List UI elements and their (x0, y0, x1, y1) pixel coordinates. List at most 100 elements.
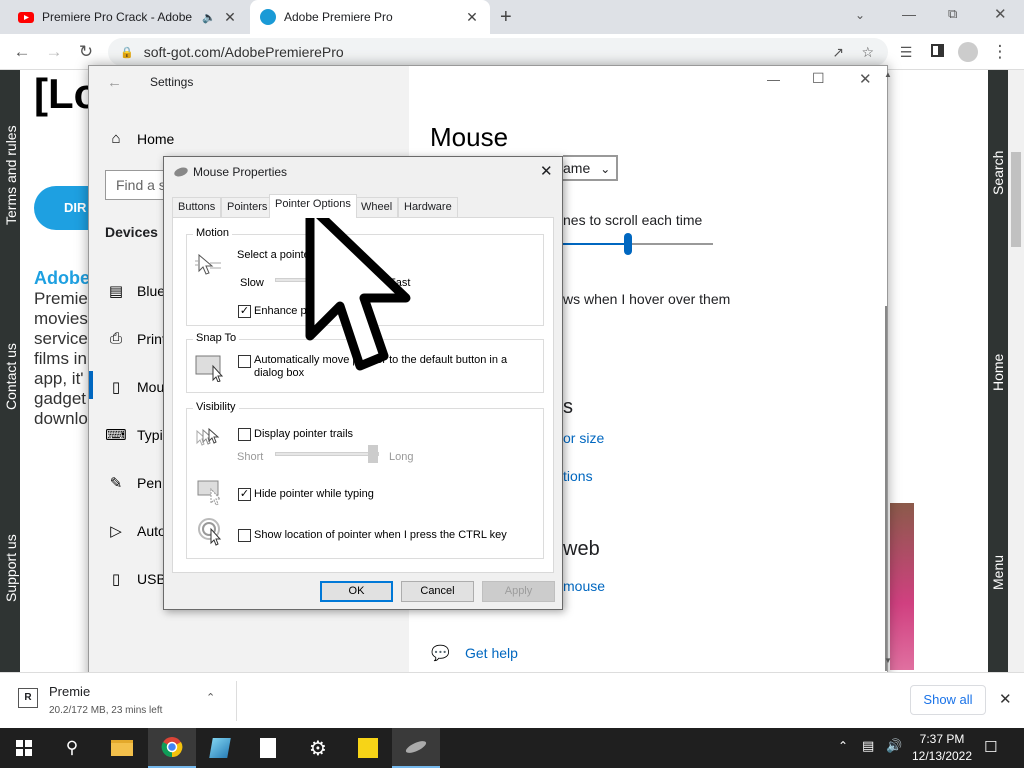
notepad-icon[interactable] (244, 728, 292, 768)
nav-menu[interactable]: Menu (990, 555, 1006, 590)
slider-thumb[interactable] (624, 233, 632, 255)
youtube-icon (18, 11, 34, 23)
tab-title: Adobe Premiere Pro (284, 10, 393, 24)
tab-search-icon[interactable]: ⌄ (855, 8, 865, 22)
share-icon[interactable]: ↗ (832, 44, 844, 61)
app-icon-blue[interactable] (196, 728, 244, 768)
settings-minimize-icon[interactable]: — (767, 72, 780, 87)
settings-close-icon[interactable]: ✕ (859, 70, 872, 88)
download-filename[interactable]: Premie (49, 684, 90, 699)
trail-slider-thumb[interactable] (368, 445, 378, 463)
speaker-icon[interactable]: 🔈 (202, 11, 216, 24)
file-explorer-icon[interactable] (98, 728, 146, 768)
visibility-label: Visibility (193, 401, 239, 413)
settings-scrollbar[interactable] (885, 306, 887, 671)
sticky-notes-icon[interactable] (344, 728, 392, 768)
profile-avatar[interactable] (958, 42, 978, 62)
settings-item-autoplay[interactable]: ▷ Auto (105, 522, 166, 540)
clock-date[interactable]: 12/13/2022 (908, 749, 976, 763)
dialog-close-icon[interactable]: ✕ (540, 162, 553, 180)
start-windows-icon[interactable] (0, 728, 48, 768)
help-mouse-link[interactable]: mouse (563, 578, 605, 594)
hide-pointer-checkbox[interactable]: ✓ (238, 488, 251, 501)
settings-title: Settings (150, 75, 194, 89)
apply-button[interactable]: Apply (482, 581, 555, 602)
pointer-trails-label: Display pointer trails (254, 428, 354, 440)
hide-pointer-label: Hide pointer while typing (254, 488, 374, 500)
show-all-button[interactable]: Show all (910, 685, 986, 715)
minimize-icon[interactable]: — (902, 6, 916, 22)
pointer-trails-checkbox[interactable] (238, 428, 251, 441)
close-window-icon[interactable]: ✕ (994, 5, 1007, 23)
divider (236, 681, 237, 721)
settings-gear-icon[interactable]: ⚙ (294, 728, 342, 768)
scroll-thumb[interactable] (1011, 152, 1021, 247)
reload-icon[interactable]: ↻ (76, 42, 96, 62)
mouse-properties-taskbar-icon[interactable] (392, 728, 440, 768)
scroll-down-icon[interactable]: ▼ (884, 656, 892, 665)
new-tab-button[interactable]: + (500, 6, 512, 29)
settings-item-mouse[interactable]: ▯ Mou (105, 378, 164, 396)
bookmark-star-icon[interactable]: ☆ (861, 44, 874, 61)
nav-search[interactable]: Search (990, 151, 1006, 195)
side-panel-icon[interactable] (927, 42, 947, 62)
settings-item-bluetooth[interactable]: ▤ Bluet (105, 282, 169, 300)
nav-support[interactable]: Support us (3, 534, 19, 602)
media-control-icon[interactable]: ☰ (896, 42, 916, 62)
cancel-button[interactable]: Cancel (401, 581, 474, 602)
article-heading: Adobe (34, 268, 90, 288)
scroll-lines-slider[interactable] (563, 233, 713, 255)
enhance-precision-checkbox[interactable]: ✓ (238, 305, 251, 318)
tab-pointers[interactable]: Pointers (221, 197, 274, 217)
tab-pointer-options[interactable]: Pointer Options (269, 194, 357, 218)
browser-tab-bar: Premiere Pro Crack - Adobe 🔈 ✕ Adobe Pre… (0, 0, 1024, 34)
close-tab-icon[interactable]: ✕ (464, 9, 480, 26)
snap-to-checkbox[interactable] (238, 355, 251, 368)
pointer-location-checkbox[interactable] (238, 529, 251, 542)
settings-item-typing[interactable]: ⌨ Typin (105, 426, 170, 444)
snap-pointer-icon (195, 354, 227, 385)
settings-item-usb[interactable]: ▯ USB (105, 570, 166, 588)
notifications-icon[interactable]: ☐ (984, 738, 997, 756)
get-help-icon: 💬 (431, 645, 450, 662)
network-icon[interactable]: ▤ (862, 738, 874, 754)
clock-time[interactable]: 7:37 PM (916, 732, 968, 746)
close-tab-icon[interactable]: ✕ (222, 9, 238, 26)
tab-premiere-crack[interactable]: Premiere Pro Crack - Adobe 🔈 ✕ (8, 0, 248, 34)
bluetooth-devices-icon: ▤ (108, 283, 124, 300)
pointer-size-link[interactable]: or size (563, 430, 604, 446)
ok-button[interactable]: OK (320, 581, 393, 602)
additional-options-link[interactable]: tions (563, 468, 593, 484)
menu-dots-icon[interactable]: ⋮ (990, 42, 1010, 62)
trail-length-slider[interactable] (275, 445, 379, 463)
tab-adobe-premiere[interactable]: Adobe Premiere Pro ✕ (250, 0, 490, 34)
left-nav-bar: Terms and rules Contact us Support us (0, 70, 20, 672)
site-scrollbar[interactable] (1008, 70, 1024, 672)
back-arrow-icon[interactable]: ← (107, 74, 122, 91)
scroll-up-icon[interactable]: ▲ (884, 70, 892, 79)
chevron-down-icon: ⌄ (600, 162, 611, 176)
dialog-title: Mouse Properties (193, 165, 288, 179)
close-downloads-icon[interactable]: ✕ (999, 690, 1012, 708)
short-label: Short (237, 451, 264, 463)
settings-maximize-icon[interactable]: ☐ (812, 70, 825, 87)
nav-home[interactable]: Home (990, 354, 1006, 391)
hover-scroll-label: ws when I hover over them (563, 291, 731, 307)
url-text: soft-got.com/AdobePremierePro (143, 44, 344, 60)
nav-terms[interactable]: Terms and rules (3, 125, 19, 225)
primary-button-dropdown[interactable]: ame ⌄ (563, 155, 618, 181)
settings-home[interactable]: ⌂ Home (105, 130, 174, 147)
restore-icon[interactable]: ⧉ (948, 6, 957, 22)
chrome-icon[interactable] (148, 728, 196, 768)
address-bar[interactable]: 🔒 soft-got.com/AdobePremierePro ↗ ☆ (108, 38, 888, 66)
volume-icon[interactable]: 🔊 (886, 738, 902, 754)
taskbar-search-icon[interactable]: ⚲ (48, 728, 96, 768)
get-help-link[interactable]: Get help (465, 645, 518, 661)
back-icon[interactable]: ← (12, 42, 32, 62)
settings-item-printers[interactable]: ⎙ Print (105, 330, 166, 347)
show-hidden-icons-icon[interactable]: ⌃ (838, 739, 848, 753)
download-menu-chevron-icon[interactable]: ⌃ (206, 691, 215, 704)
forward-icon[interactable]: → (44, 42, 64, 62)
tab-buttons[interactable]: Buttons (172, 197, 222, 217)
nav-contact[interactable]: Contact us (3, 343, 19, 410)
